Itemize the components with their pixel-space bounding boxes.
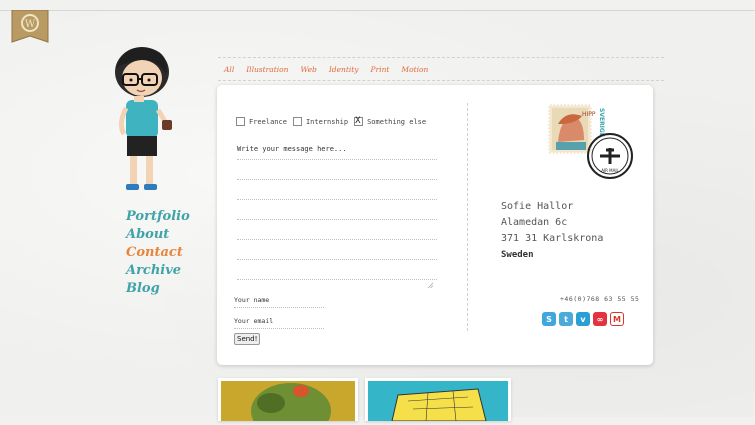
message-line: [237, 240, 437, 260]
nav-blog[interactable]: Blog: [126, 280, 190, 298]
stamp-country-text: SVERIGE: [598, 108, 605, 137]
portfolio-thumbnail[interactable]: [218, 378, 358, 425]
checkbox-box-checked[interactable]: [354, 116, 364, 126]
postal-address: Sofie Hallor Alamedan 6c 371 31 Karlskro…: [501, 199, 603, 263]
message-textarea[interactable]: Write your message here...: [237, 145, 437, 280]
checkbox-label: Something else: [367, 117, 427, 126]
resize-handle-icon[interactable]: [426, 281, 434, 289]
card-divider: [467, 103, 468, 331]
gmail-icon[interactable]: M: [610, 312, 624, 326]
address-name: Sofie Hallor: [501, 201, 574, 212]
postmark-text: AIR MAIL: [601, 168, 619, 173]
checkbox-freelance[interactable]: Freelance: [236, 117, 287, 126]
thumbnail-image: [221, 381, 355, 425]
phone-number: +46(0)768 63 55 55: [560, 295, 640, 303]
address-street: Alamedan 6c: [501, 217, 568, 228]
social-links: S t v ∞ M: [542, 312, 624, 326]
name-field[interactable]: [234, 307, 324, 308]
filter-illustration[interactable]: Illustration: [240, 65, 294, 74]
filter-motion[interactable]: Motion: [395, 65, 434, 74]
filter-all[interactable]: All: [218, 65, 240, 74]
nav-portfolio[interactable]: Portfolio: [126, 208, 190, 226]
address-country: Sweden: [501, 250, 534, 260]
twitter-icon[interactable]: t: [559, 312, 573, 326]
nav-archive[interactable]: Archive: [126, 262, 190, 280]
address-city: 371 31 Karlskrona: [501, 233, 604, 244]
postage-stamp-icon: HIPP SVERIGE AIR MAIL: [546, 102, 633, 179]
message-line: [237, 180, 437, 200]
lastfm-icon[interactable]: ∞: [593, 312, 607, 326]
message-placeholder: Write your message here...: [237, 145, 437, 160]
filter-web[interactable]: Web: [295, 65, 323, 74]
stamp-hipp-text: HIPP: [582, 111, 596, 118]
message-line: [237, 260, 437, 280]
vimeo-icon[interactable]: v: [576, 312, 590, 326]
svg-text:W: W: [25, 19, 36, 30]
thumbnail-image: [368, 381, 508, 422]
checkbox-label: Internship: [305, 117, 349, 126]
message-line: [237, 220, 437, 240]
email-field-label: Your email: [234, 317, 274, 325]
main-navigation: Portfolio About Contact Archive Blog: [126, 208, 190, 298]
category-filter-bar: All Illustration Web Identity Print Moti…: [218, 57, 664, 81]
portfolio-thumbnail[interactable]: [365, 378, 511, 422]
filter-identity[interactable]: Identity: [323, 65, 365, 74]
inquiry-type-options: Freelance Internship Something else: [236, 116, 427, 126]
checkbox-box[interactable]: [292, 117, 302, 126]
checkbox-label: Freelance: [249, 117, 287, 126]
message-line: [237, 200, 437, 220]
email-field[interactable]: [234, 328, 324, 329]
logo-ribbon-icon[interactable]: W: [10, 10, 50, 46]
contact-postcard: Freelance Internship Something else Writ…: [217, 85, 653, 365]
skype-icon[interactable]: S: [542, 312, 556, 326]
mascot-illustration: [115, 47, 172, 190]
checkbox-box[interactable]: [236, 117, 245, 126]
nav-about[interactable]: About: [126, 226, 190, 244]
checkbox-something-else[interactable]: Something else: [354, 116, 427, 126]
message-line: [237, 160, 437, 180]
nav-contact[interactable]: Contact: [126, 244, 190, 262]
name-field-label: Your name: [234, 296, 270, 304]
send-button[interactable]: Send!: [234, 333, 261, 345]
checkbox-internship[interactable]: Internship: [292, 117, 349, 126]
filter-print[interactable]: Print: [365, 65, 396, 74]
